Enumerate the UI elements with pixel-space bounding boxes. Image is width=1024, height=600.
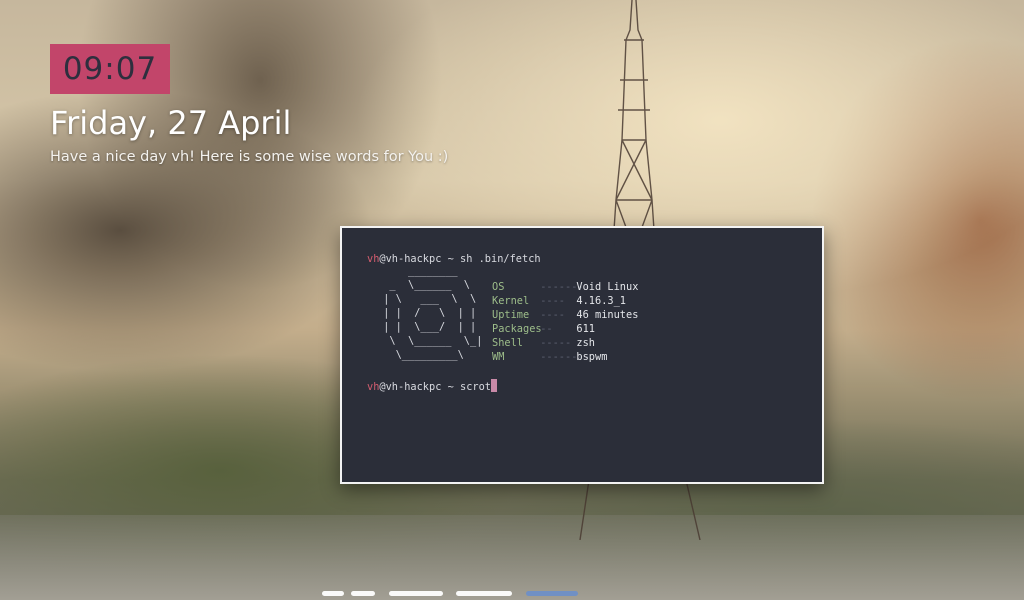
workspace-1[interactable] bbox=[322, 591, 344, 596]
info-row-shell: Shell ----- zsh bbox=[492, 336, 638, 350]
info-row-uptime: Uptime ---- 46 minutes bbox=[492, 308, 638, 322]
void-linux-ascii-logo: ________ _ \______ \ | \ ___ \ \ | | / \… bbox=[383, 265, 483, 361]
info-key: WM bbox=[492, 351, 505, 363]
info-row-wm: WM -------- bspwm bbox=[492, 350, 638, 364]
wallpaper-ground bbox=[0, 515, 1024, 600]
terminal-window[interactable]: vh@vh-hackpc ~ sh .bin/fetch ________ _ … bbox=[340, 226, 824, 484]
info-dots: ---- bbox=[540, 295, 566, 307]
workspace-5-active[interactable] bbox=[526, 591, 578, 596]
info-dots: ---- bbox=[540, 309, 566, 321]
clock-widget: 09:07 bbox=[50, 44, 170, 94]
info-row-packages: Packages -- 611 bbox=[492, 322, 638, 336]
terminal-prompt-line-2[interactable]: vh@vh-hackpc ~ scrot bbox=[367, 379, 497, 393]
info-key: OS bbox=[492, 281, 505, 293]
workspace-2[interactable] bbox=[351, 591, 375, 596]
info-dots: ----- bbox=[540, 337, 572, 349]
info-value: 4.16.3_1 bbox=[576, 295, 627, 307]
system-info-table: OS -------- Void Linux Kernel ---- 4.16.… bbox=[492, 280, 638, 364]
date-label: Friday, 27 April bbox=[50, 104, 292, 142]
prompt-username: vh bbox=[367, 381, 380, 393]
clock-time: 09:07 bbox=[62, 51, 158, 87]
info-value: bspwm bbox=[576, 351, 608, 363]
info-dots: -------- bbox=[540, 351, 590, 363]
workspace-indicator bbox=[0, 591, 1024, 596]
terminal-input-text[interactable]: scrot bbox=[460, 381, 491, 393]
workspace-3[interactable] bbox=[389, 591, 443, 596]
workspace-4[interactable] bbox=[456, 591, 512, 596]
info-row-kernel: Kernel ---- 4.16.3_1 bbox=[492, 294, 638, 308]
info-value: 46 minutes bbox=[576, 309, 639, 321]
info-dots: -- bbox=[540, 323, 553, 335]
info-dots: -------- bbox=[540, 281, 590, 293]
info-value: Void Linux bbox=[576, 281, 639, 293]
text-cursor bbox=[491, 379, 497, 392]
prompt-host: @vh-hackpc ~ bbox=[379, 381, 460, 393]
info-key: Uptime bbox=[492, 309, 530, 321]
info-row-os: OS -------- Void Linux bbox=[492, 280, 638, 294]
info-value: zsh bbox=[576, 337, 596, 349]
info-key: Shell bbox=[492, 337, 523, 349]
greeting-message: Have a nice day vh! Here is some wise wo… bbox=[50, 149, 449, 165]
info-key: Kernel bbox=[492, 295, 530, 307]
info-key: Packages bbox=[492, 323, 542, 335]
info-value: 611 bbox=[576, 323, 596, 335]
